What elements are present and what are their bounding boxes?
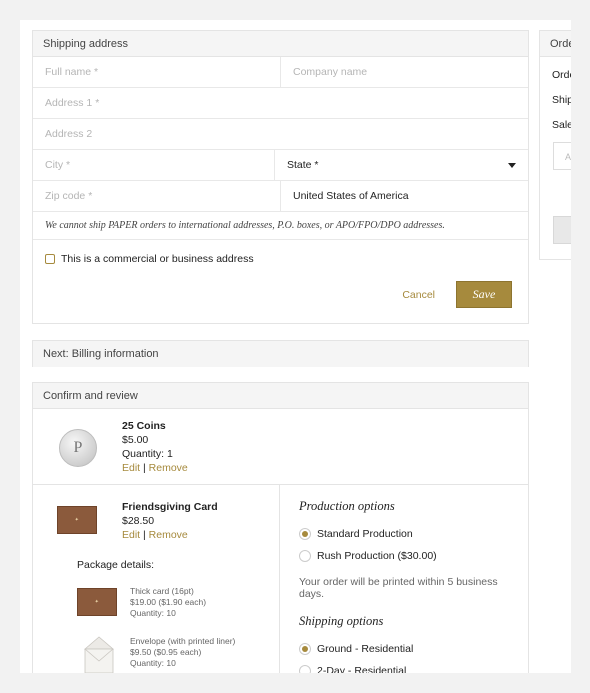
item-price: $5.00 [122,434,149,446]
item-name: 25 Coins [122,420,166,432]
state-select-label: State * [287,159,319,171]
card-image: ✦ [57,506,97,534]
radio-label: 2-Day - Residential [317,665,407,673]
shipping-address-header: Shipping address [33,31,528,57]
summary-line: Orde [552,69,571,81]
edit-link[interactable]: Edit [122,529,140,541]
edit-link[interactable]: Edit [122,462,140,474]
radio-rush-production[interactable]: Rush Production ($30.00) [299,550,519,562]
country-field[interactable]: United States of America [280,181,528,211]
order-item: P 25 Coins $5.00 Quantity: 1 Edit | Remo… [33,410,528,485]
radio-button[interactable] [299,643,311,655]
apply-button[interactable] [553,216,571,244]
item-price: $28.50 [122,515,155,527]
package-item: Thick card (16pt) $19.00 ($1.90 each) Qu… [130,586,206,619]
billing-info-header[interactable]: Next: Billing information [33,341,528,367]
package-item-name: Envelope (with printed liner) [130,636,236,646]
confirm-review-panel: Confirm and review P 25 Coins $5.00 Quan… [32,382,529,673]
envelope-image [83,636,115,673]
checkbox-box[interactable] [45,254,55,264]
shipping-options-title: Shipping options [299,614,384,628]
package-item: Envelope (with printed liner) $9.50 ($0.… [130,636,235,669]
summary-line: Sale [552,119,571,131]
package-item-name: Thick card (16pt) [130,586,194,596]
address1-row: Address 1 * [33,88,528,119]
confirm-review-header: Confirm and review [33,383,528,409]
name-row: Full name * Company name [33,57,528,88]
radio-button[interactable] [299,528,311,540]
city-input[interactable]: City * [33,150,274,180]
item-actions: Edit | Remove [122,462,188,474]
package-item-price: $19.00 ($1.90 each) [130,597,207,607]
radio-button[interactable] [299,550,311,562]
order-item-card: ✦ Friendsgiving Card $28.50 Edit | Remov… [33,485,280,673]
remove-link[interactable]: Remove [149,529,188,541]
production-note: Your order will be printed within 5 busi… [299,576,498,600]
company-name-input[interactable]: Company name [280,57,528,87]
city-state-row: City * State * [33,150,528,181]
separator: | [143,529,146,541]
cancel-button[interactable]: Cancel [402,289,435,301]
chevron-down-icon [508,162,516,168]
address1-input[interactable]: Address 1 * [33,88,528,118]
promo-code-placeholder: A [565,152,571,162]
package-item-price: $9.50 ($0.95 each) [130,647,202,657]
radio-label: Standard Production [317,528,413,540]
address2-input[interactable]: Address 2 [33,119,528,149]
order-summary-header: Orde [540,31,571,57]
thick-card-image: ✦ [77,588,117,616]
radio-button[interactable] [299,665,311,673]
radio-standard-production[interactable]: Standard Production [299,528,519,540]
package-item-quantity: Quantity: 10 [130,608,176,618]
coin-emblem: P [73,439,83,456]
full-name-input[interactable]: Full name * [33,57,280,87]
order-summary-panel: Orde Orde Ship Sale A [539,30,571,260]
remove-link[interactable]: Remove [149,462,188,474]
item-actions: Edit | Remove [122,529,218,541]
address2-row: Address 2 [33,119,528,150]
save-button[interactable]: Save [456,281,512,308]
billing-info-panel[interactable]: Next: Billing information [32,340,529,367]
production-options-title: Production options [299,499,395,513]
item-name: Friendsgiving Card [122,501,218,513]
package-details-label: Package details: [77,559,155,571]
separator: | [143,462,146,474]
radio-label: Ground - Residential [317,643,414,655]
radio-2day-residential[interactable]: 2-Day - Residential [299,665,519,673]
order-options: Production options Standard Production R… [299,499,519,673]
zip-code-input[interactable]: Zip code * [33,181,280,211]
radio-ground-residential[interactable]: Ground - Residential [299,643,519,655]
commercial-address-label: This is a commercial or business address [61,253,254,265]
coin-image: P [59,429,97,467]
checkout-page: Shipping address Full name * Company nam… [20,20,571,673]
state-select[interactable]: State * [274,150,528,180]
summary-line: Ship [552,94,571,106]
promo-code-input[interactable]: A [553,142,571,170]
commercial-address-checkbox[interactable]: This is a commercial or business address [45,253,254,265]
shipping-address-panel: Shipping address Full name * Company nam… [32,30,529,324]
item-quantity: Quantity: 1 [122,448,173,460]
shipping-notice: We cannot ship PAPER orders to internati… [33,212,528,240]
package-item-quantity: Quantity: 10 [130,658,176,668]
radio-label: Rush Production ($30.00) [317,550,437,562]
zip-country-row: Zip code * United States of America [33,181,528,212]
